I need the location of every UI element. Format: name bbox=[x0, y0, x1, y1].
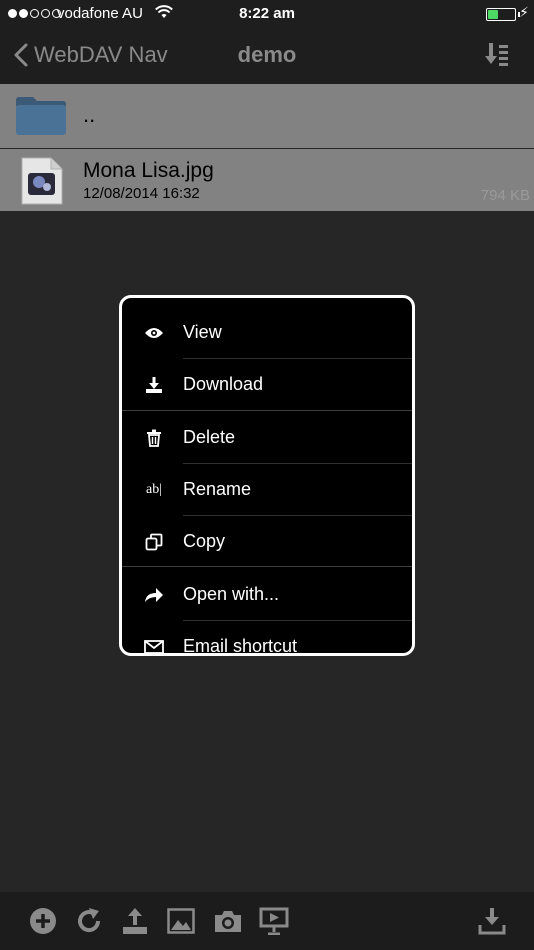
present-icon bbox=[259, 907, 289, 935]
back-button[interactable]: WebDAV Nav bbox=[14, 38, 168, 72]
menu-item-view[interactable]: View bbox=[122, 307, 412, 359]
menu-item-label: Copy bbox=[183, 531, 226, 551]
status-bar: vodafone AU 8:22 am ⚡ bbox=[0, 0, 534, 28]
clock: 8:22 am bbox=[239, 5, 295, 22]
download-icon bbox=[478, 908, 506, 935]
sort-button[interactable] bbox=[482, 40, 512, 70]
rename-icon: ab| bbox=[145, 482, 163, 497]
mail-icon bbox=[142, 635, 166, 653]
download-icon bbox=[142, 373, 166, 397]
copy-icon bbox=[142, 530, 166, 554]
photo-library-icon bbox=[167, 908, 195, 934]
back-button-label: WebDAV Nav bbox=[34, 42, 168, 67]
menu-item-delete[interactable]: Delete bbox=[122, 412, 412, 464]
menu-item-label: Email shortcut bbox=[183, 636, 298, 656]
file-row[interactable]: Mona Lisa.jpg 12/08/2014 16:32 794 KB bbox=[0, 149, 534, 211]
section-divider bbox=[122, 410, 412, 411]
menu-item-rename[interactable]: ab| Rename bbox=[122, 464, 412, 516]
parent-folder-label: .. bbox=[83, 102, 96, 127]
share-arrow-icon bbox=[142, 583, 166, 607]
menu-item-label: View bbox=[183, 322, 222, 342]
eye-icon bbox=[142, 321, 166, 345]
menu-item-label: Rename bbox=[183, 479, 252, 499]
parent-folder-row[interactable]: .. bbox=[0, 84, 534, 148]
section-divider bbox=[122, 566, 412, 567]
folder-icon bbox=[16, 97, 66, 135]
file-name: Mona Lisa.jpg bbox=[83, 159, 214, 182]
refresh-icon bbox=[78, 908, 101, 933]
context-menu: View Download Delete ab| Rename Copy Ope… bbox=[119, 295, 415, 656]
add-icon bbox=[30, 908, 56, 934]
upload-icon bbox=[123, 908, 147, 934]
menu-item-open-with[interactable]: Open with... bbox=[122, 569, 412, 621]
download-button[interactable] bbox=[477, 906, 507, 936]
trash-icon bbox=[142, 426, 166, 450]
add-button[interactable] bbox=[28, 906, 58, 936]
menu-item-email-shortcut[interactable]: Email shortcut bbox=[122, 621, 412, 656]
photo-library-button[interactable] bbox=[166, 906, 196, 936]
menu-item-download[interactable]: Download bbox=[122, 359, 412, 411]
menu-item-label: Open with... bbox=[183, 584, 280, 604]
file-date: 12/08/2014 16:32 bbox=[83, 185, 200, 202]
menu-item-copy[interactable]: Copy bbox=[122, 516, 412, 568]
camera-button[interactable] bbox=[213, 906, 243, 936]
navigation-bar: WebDAV Nav demo bbox=[0, 28, 534, 84]
menu-item-label: Download bbox=[183, 374, 264, 394]
refresh-button[interactable] bbox=[74, 906, 104, 936]
battery-icon bbox=[486, 8, 516, 21]
upload-button[interactable] bbox=[120, 906, 150, 936]
bottom-toolbar bbox=[0, 892, 534, 950]
file-size: 794 KB bbox=[480, 187, 530, 204]
charging-icon: ⚡ bbox=[519, 4, 529, 20]
sort-icon bbox=[485, 43, 508, 66]
present-button[interactable] bbox=[259, 906, 289, 936]
camera-icon bbox=[215, 911, 241, 932]
menu-item-label: Delete bbox=[183, 427, 236, 447]
image-file-icon bbox=[21, 157, 63, 205]
chevron-left-icon bbox=[14, 43, 28, 67]
